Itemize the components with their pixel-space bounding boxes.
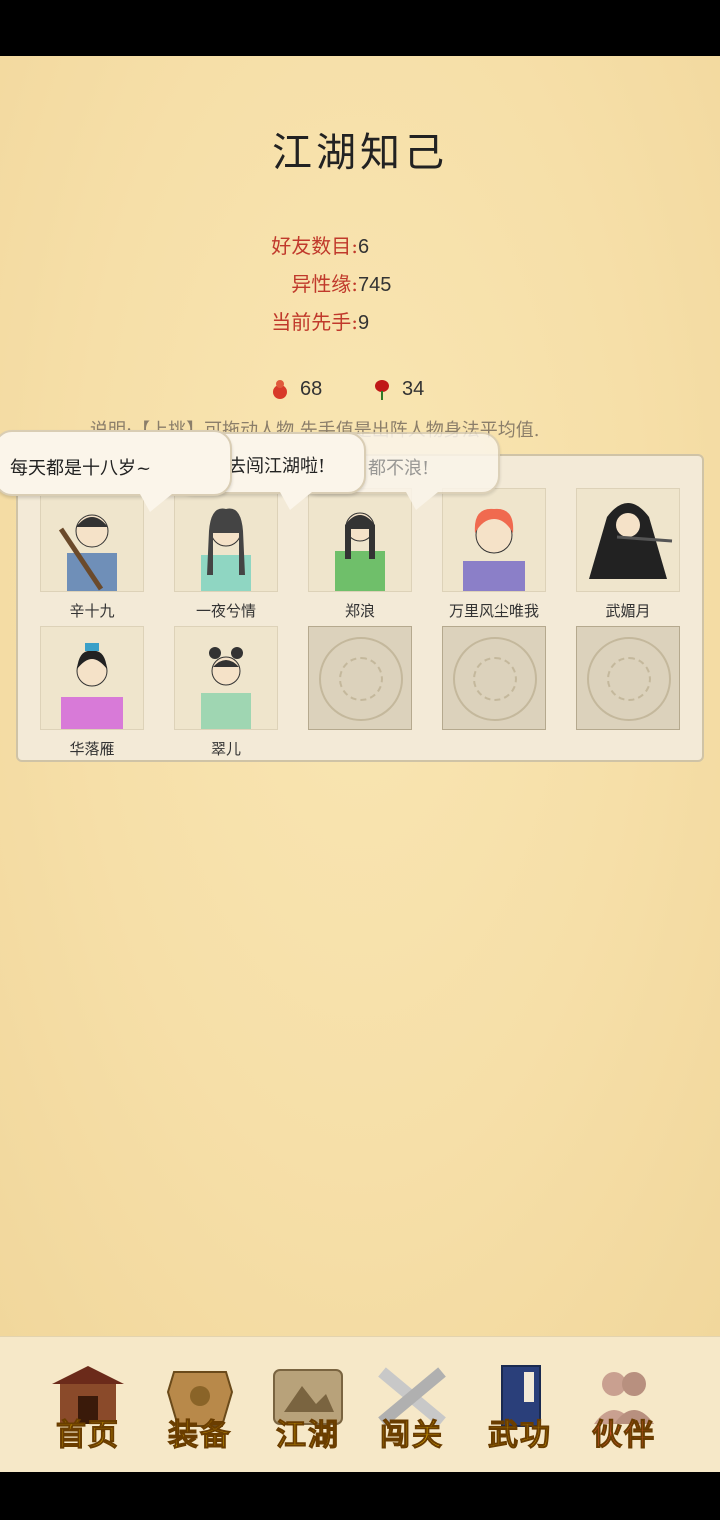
initiative-value: 9 <box>358 312 370 334</box>
companion-portrait <box>174 626 278 730</box>
nav-stages[interactable]: 闯关 <box>364 1356 460 1456</box>
charm-label: 异性缘: <box>291 272 358 296</box>
empty-slot-seal-icon <box>442 626 546 730</box>
companion-name: 辛十九 <box>69 602 115 620</box>
status-bar <box>0 0 720 56</box>
companion-portrait <box>40 626 144 730</box>
companion-card[interactable]: 翠儿 <box>174 626 278 759</box>
charm-value: 745 <box>358 274 392 296</box>
initiative-label: 当前先手: <box>271 310 358 334</box>
companion-portrait <box>174 488 278 592</box>
empty-companion-slot[interactable] <box>576 626 680 730</box>
companion-name: 一夜兮情 <box>195 602 256 620</box>
companion-name: 华落雁 <box>69 740 115 758</box>
companion-card[interactable]: 郑浪 <box>308 488 412 621</box>
friend-count-label: 好友数目: <box>271 234 358 258</box>
gourd-icon <box>270 379 290 401</box>
nav-martial-arts-label: 武功 <box>488 1418 552 1454</box>
nav-companions-label: 伙伴 <box>592 1418 656 1454</box>
friend-count-value: 6 <box>358 236 370 258</box>
nav-companions[interactable]: 伙伴 <box>576 1356 672 1456</box>
rose-count: 34 <box>402 378 425 400</box>
companion-portrait <box>308 488 412 592</box>
companion-panel: 辛十九 一夜兮情 郑浪 万里风尘唯我 武媚月 华落雁 翠儿 <box>16 454 704 762</box>
system-navigation-bar <box>0 1472 720 1520</box>
companion-card[interactable]: 华落雁 <box>40 626 144 759</box>
rose-icon <box>372 379 392 401</box>
speech-bubble-text: 都不浪! <box>368 458 430 479</box>
gourd-count: 68 <box>300 378 323 400</box>
nav-equipment[interactable]: 装备 <box>152 1356 248 1456</box>
companion-name: 武媚月 <box>605 602 651 620</box>
nav-home[interactable]: 首页 <box>40 1356 136 1456</box>
companion-card[interactable]: 一夜兮情 <box>174 488 278 621</box>
speech-bubble-text: 去闯江湖啦! <box>228 456 326 477</box>
empty-companion-slot[interactable] <box>442 626 546 730</box>
nav-jianghu-label: 江湖 <box>276 1418 340 1454</box>
gourd-currency: 68 <box>270 378 322 401</box>
companion-card[interactable]: 辛十九 <box>40 488 144 621</box>
empty-slot-seal-icon <box>576 626 680 730</box>
page-title: 江湖知己 <box>272 130 448 176</box>
speech-bubble: 每天都是十八岁~ <box>0 430 232 512</box>
nav-stages-label: 闯关 <box>380 1418 444 1454</box>
empty-companion-slot[interactable] <box>308 626 412 730</box>
rose-currency: 34 <box>372 378 424 401</box>
nav-equipment-label: 装备 <box>168 1418 232 1454</box>
companion-portrait <box>576 488 680 592</box>
nav-jianghu[interactable]: 江湖 <box>260 1356 356 1456</box>
companion-name: 翠儿 <box>210 740 241 758</box>
nav-martial-arts[interactable]: 武功 <box>472 1356 568 1456</box>
companion-portrait <box>40 488 144 592</box>
empty-slot-seal-icon <box>308 626 412 730</box>
companion-card[interactable]: 万里风尘唯我 <box>442 488 546 621</box>
companion-card[interactable]: 武媚月 <box>576 488 680 621</box>
nav-home-label: 首页 <box>56 1418 120 1454</box>
companion-name: 郑浪 <box>344 602 375 620</box>
charm-row: 异性缘:745 <box>258 268 391 297</box>
initiative-row: 当前先手:9 <box>258 306 369 335</box>
companion-name: 万里风尘唯我 <box>448 602 539 620</box>
companion-portrait <box>442 488 546 592</box>
speech-bubble-text: 每天都是十八岁~ <box>10 458 152 479</box>
friend-count-row: 好友数目:6 <box>258 230 369 259</box>
